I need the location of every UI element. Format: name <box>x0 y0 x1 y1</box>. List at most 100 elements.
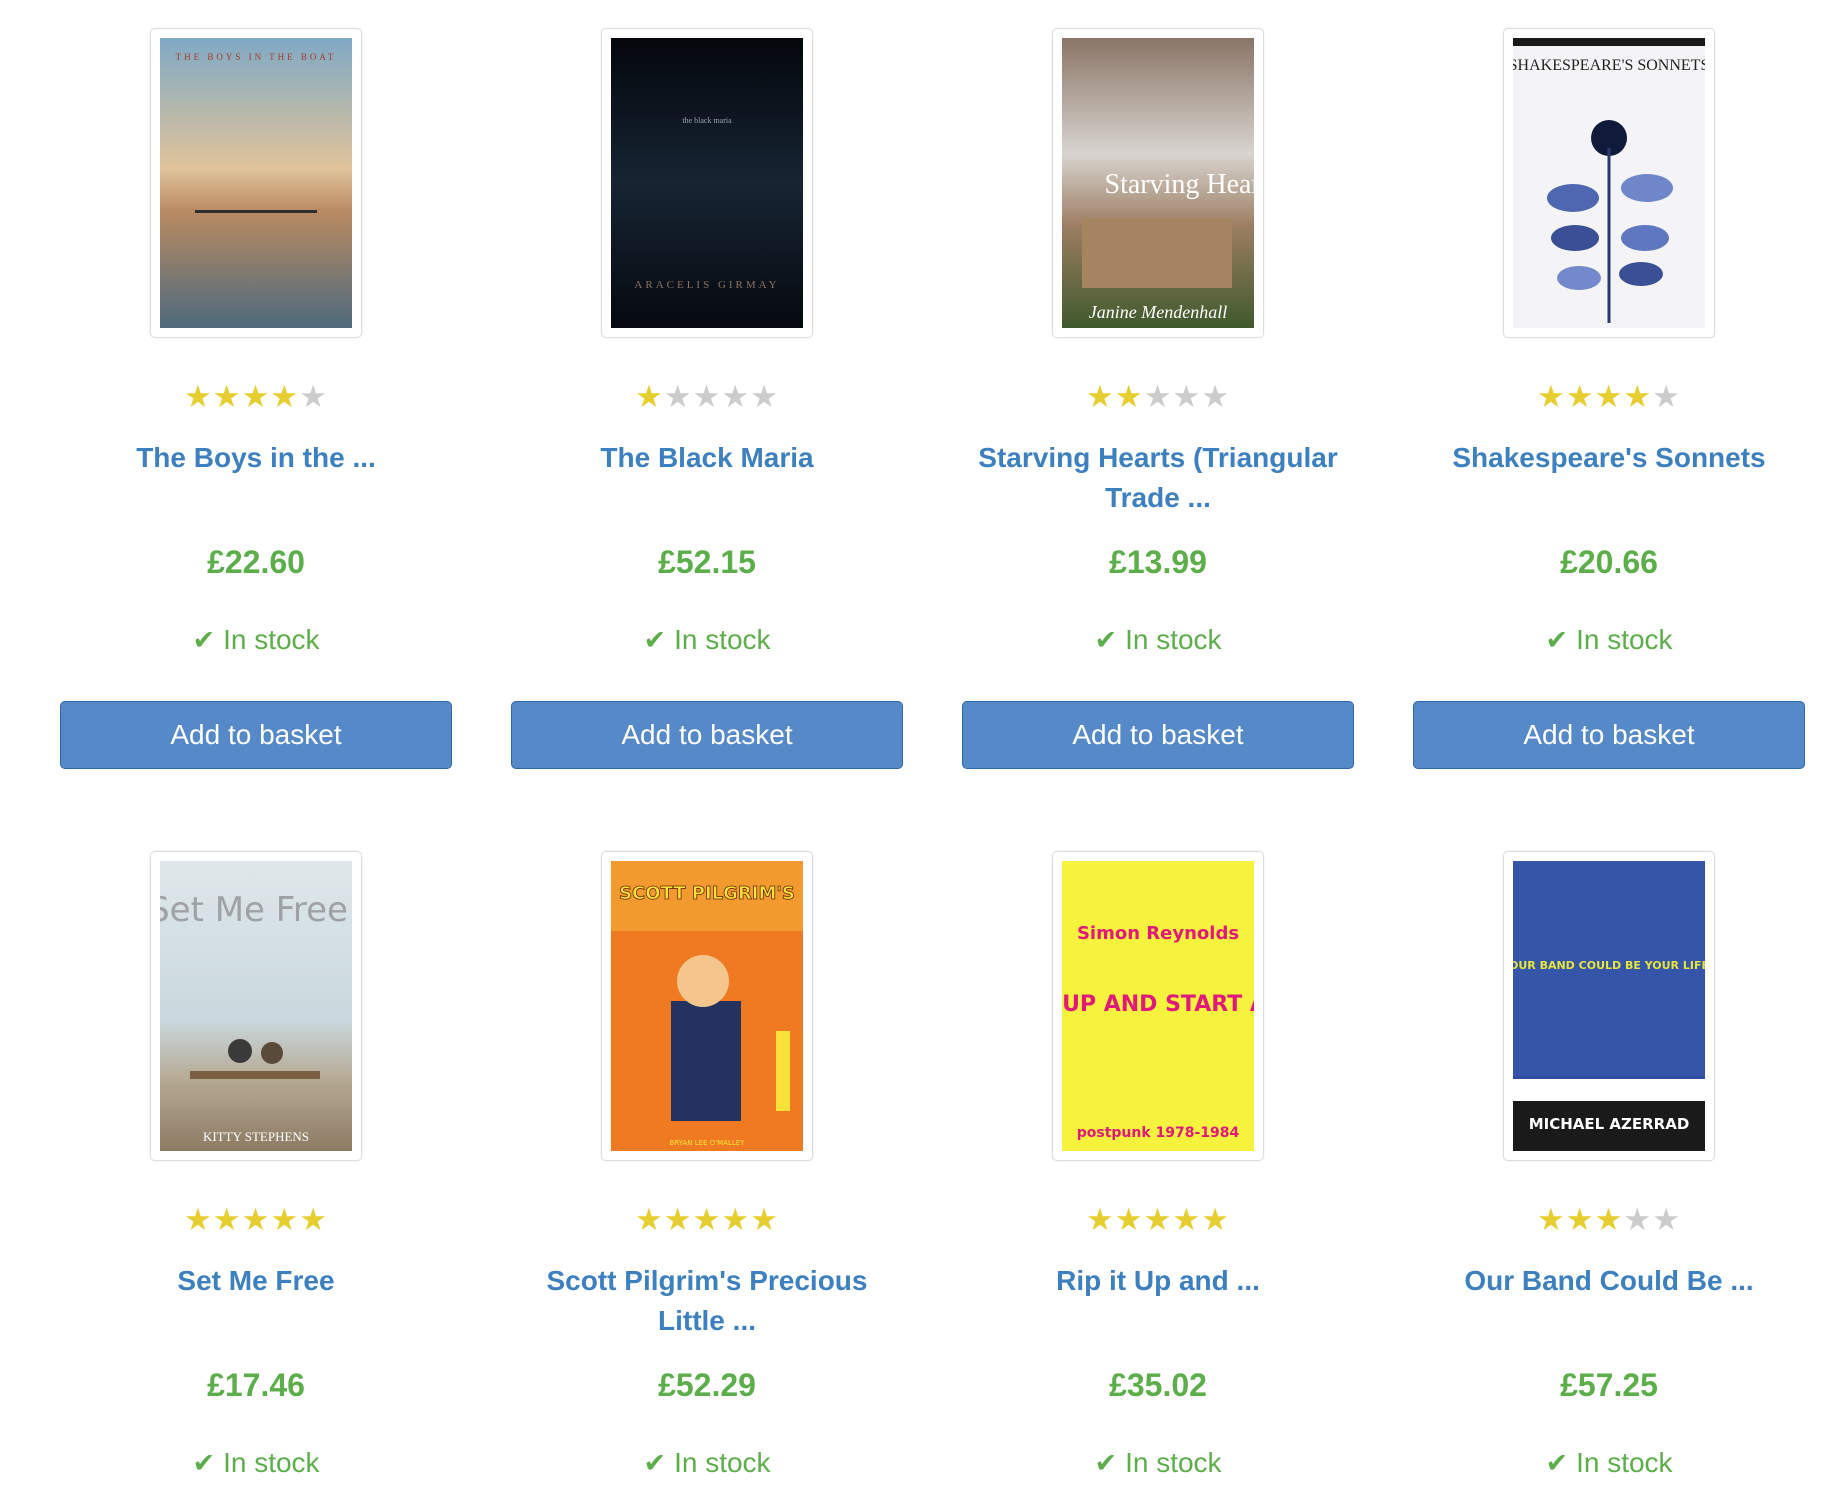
product-title-link[interactable]: The Boys in the ... <box>60 438 452 478</box>
checkmark-icon: ✔ <box>192 1448 216 1478</box>
star-filled-icon: ★ <box>1565 1202 1595 1237</box>
availability-status: ✔ In stock <box>1413 1445 1805 1481</box>
cover-text: Simon Reynolds <box>1077 923 1239 944</box>
cover-text: ARACELIS GIRMAY <box>634 279 779 291</box>
star-rating: ★★★★★ <box>1413 380 1805 414</box>
add-to-basket-button[interactable]: Add to basket <box>1413 701 1805 769</box>
book-cover-image: Simon Reynolds RIP it UP AND START AGAIN… <box>1062 861 1254 1151</box>
availability-status: ✔ In stock <box>60 1445 452 1481</box>
checkmark-icon: ✔ <box>1094 625 1118 655</box>
cover-text: RIP it UP AND START AGAIN <box>1062 992 1254 1017</box>
star-empty-icon: ★ <box>1172 379 1202 414</box>
star-filled-icon: ★ <box>1114 379 1144 414</box>
star-rating: ★★★★★ <box>511 1203 903 1237</box>
cover-text: Starving Hearts <box>1105 169 1254 200</box>
availability-label: In stock <box>674 1447 771 1478</box>
star-filled-icon: ★ <box>750 1202 779 1237</box>
book-cover-link[interactable]: SHAKESPEARE'S SONNETS <box>1503 28 1715 338</box>
product-title-link[interactable]: Set Me Free <box>60 1261 452 1301</box>
cover-text: SCOTT PILGRIM'S <box>619 883 795 904</box>
cover-text: BRYAN LEE O'MALLEY <box>670 1139 746 1147</box>
add-to-basket-button[interactable]: Add to basket <box>60 701 452 769</box>
star-empty-icon: ★ <box>1143 379 1173 414</box>
cover-text: OUR BAND COULD BE YOUR LIFE <box>1513 959 1705 972</box>
book-cover-image: Set Me Free KITTY STEPHENS <box>160 861 352 1151</box>
product-title-link[interactable]: Starving Hearts (Triangular Trade ... <box>962 438 1354 518</box>
star-filled-icon: ★ <box>241 379 271 414</box>
product-title-link[interactable]: The Black Maria <box>511 438 903 478</box>
availability-status: ✔ In stock <box>511 622 903 658</box>
star-filled-icon: ★ <box>1114 1202 1144 1237</box>
product-price: £20.66 <box>1560 544 1658 580</box>
star-filled-icon: ★ <box>1201 1202 1230 1237</box>
availability-label: In stock <box>1125 624 1222 655</box>
book-cover-link[interactable]: SCOTT PILGRIM'S BRYAN LEE O'MALLEY <box>601 851 813 1161</box>
product-grid: THE BOYS IN THE BOAT ★★★★★ The Boys in t… <box>0 0 1828 1492</box>
product-title-link[interactable]: Rip it Up and ... <box>962 1261 1354 1301</box>
availability-label: In stock <box>223 1447 320 1478</box>
book-cover-image: THE BOYS IN THE BOAT <box>160 38 352 328</box>
cover-text: MICHAEL AZERRAD <box>1529 1115 1690 1133</box>
book-cover-link[interactable]: the black maria ARACELIS GIRMAY <box>601 28 813 338</box>
star-filled-icon: ★ <box>184 1202 213 1237</box>
book-cover-image: OUR BAND COULD BE YOUR LIFE MICHAEL AZER… <box>1513 861 1705 1151</box>
star-rating: ★★★★★ <box>962 1203 1354 1237</box>
book-cover-link[interactable]: Set Me Free KITTY STEPHENS <box>150 851 362 1161</box>
cover-text: SHAKESPEARE'S SONNETS <box>1513 57 1705 74</box>
star-filled-icon: ★ <box>241 1202 271 1237</box>
add-to-basket-button[interactable]: Add to basket <box>511 701 903 769</box>
availability-status: ✔ In stock <box>962 622 1354 658</box>
product-title-link[interactable]: Our Band Could Be ... <box>1413 1261 1805 1301</box>
star-empty-icon: ★ <box>692 379 722 414</box>
star-filled-icon: ★ <box>663 1202 693 1237</box>
availability-label: In stock <box>1576 624 1673 655</box>
book-cover-image: SCOTT PILGRIM'S BRYAN LEE O'MALLEY <box>611 861 803 1151</box>
add-to-basket-button[interactable]: Add to basket <box>962 701 1354 769</box>
availability-label: In stock <box>223 624 320 655</box>
book-cover-link[interactable]: Starving Hearts Janine Mendenhall <box>1052 28 1264 338</box>
star-filled-icon: ★ <box>1594 1202 1624 1237</box>
star-rating: ★★★★★ <box>60 380 452 414</box>
star-filled-icon: ★ <box>212 1202 242 1237</box>
product-price: £13.99 <box>1109 544 1207 580</box>
product-price: £52.15 <box>658 544 756 580</box>
product-title-link[interactable]: Scott Pilgrim's Precious Little ... <box>511 1261 903 1341</box>
star-empty-icon: ★ <box>750 379 779 414</box>
cover-text: the black maria <box>682 116 732 125</box>
product-title-link[interactable]: Shakespeare's Sonnets <box>1413 438 1805 478</box>
star-empty-icon: ★ <box>1652 379 1681 414</box>
star-empty-icon: ★ <box>721 379 751 414</box>
star-filled-icon: ★ <box>1623 379 1653 414</box>
star-filled-icon: ★ <box>212 379 242 414</box>
star-filled-icon: ★ <box>1143 1202 1173 1237</box>
product-price: £57.25 <box>1560 1367 1658 1403</box>
cover-text: postpunk 1978-1984 <box>1077 1125 1240 1141</box>
checkmark-icon: ✔ <box>643 1448 667 1478</box>
star-rating: ★★★★★ <box>1413 1203 1805 1237</box>
star-filled-icon: ★ <box>1537 1202 1566 1237</box>
star-filled-icon: ★ <box>1537 379 1566 414</box>
book-cover-link[interactable]: Simon Reynolds RIP it UP AND START AGAIN… <box>1052 851 1264 1161</box>
book-cover-image: SHAKESPEARE'S SONNETS <box>1513 38 1705 328</box>
star-filled-icon: ★ <box>184 379 213 414</box>
book-cover-image: the black maria ARACELIS GIRMAY <box>611 38 803 328</box>
checkmark-icon: ✔ <box>1545 625 1569 655</box>
star-rating: ★★★★★ <box>60 1203 452 1237</box>
star-filled-icon: ★ <box>299 1202 328 1237</box>
star-empty-icon: ★ <box>663 379 693 414</box>
cover-text: Set Me Free <box>160 890 348 930</box>
book-cover-image: Starving Hearts Janine Mendenhall <box>1062 38 1254 328</box>
book-cover-link[interactable]: THE BOYS IN THE BOAT <box>150 28 362 338</box>
product-price: £35.02 <box>1109 1367 1207 1403</box>
star-empty-icon: ★ <box>1201 379 1230 414</box>
checkmark-icon: ✔ <box>1545 1448 1569 1478</box>
star-filled-icon: ★ <box>1565 379 1595 414</box>
star-empty-icon: ★ <box>1652 1202 1681 1237</box>
star-filled-icon: ★ <box>270 379 300 414</box>
book-cover-link[interactable]: OUR BAND COULD BE YOUR LIFE MICHAEL AZER… <box>1503 851 1715 1161</box>
cover-text: Janine Mendenhall <box>1089 302 1227 322</box>
checkmark-icon: ✔ <box>1094 1448 1118 1478</box>
availability-status: ✔ In stock <box>962 1445 1354 1481</box>
star-filled-icon: ★ <box>721 1202 751 1237</box>
star-empty-icon: ★ <box>1623 1202 1653 1237</box>
